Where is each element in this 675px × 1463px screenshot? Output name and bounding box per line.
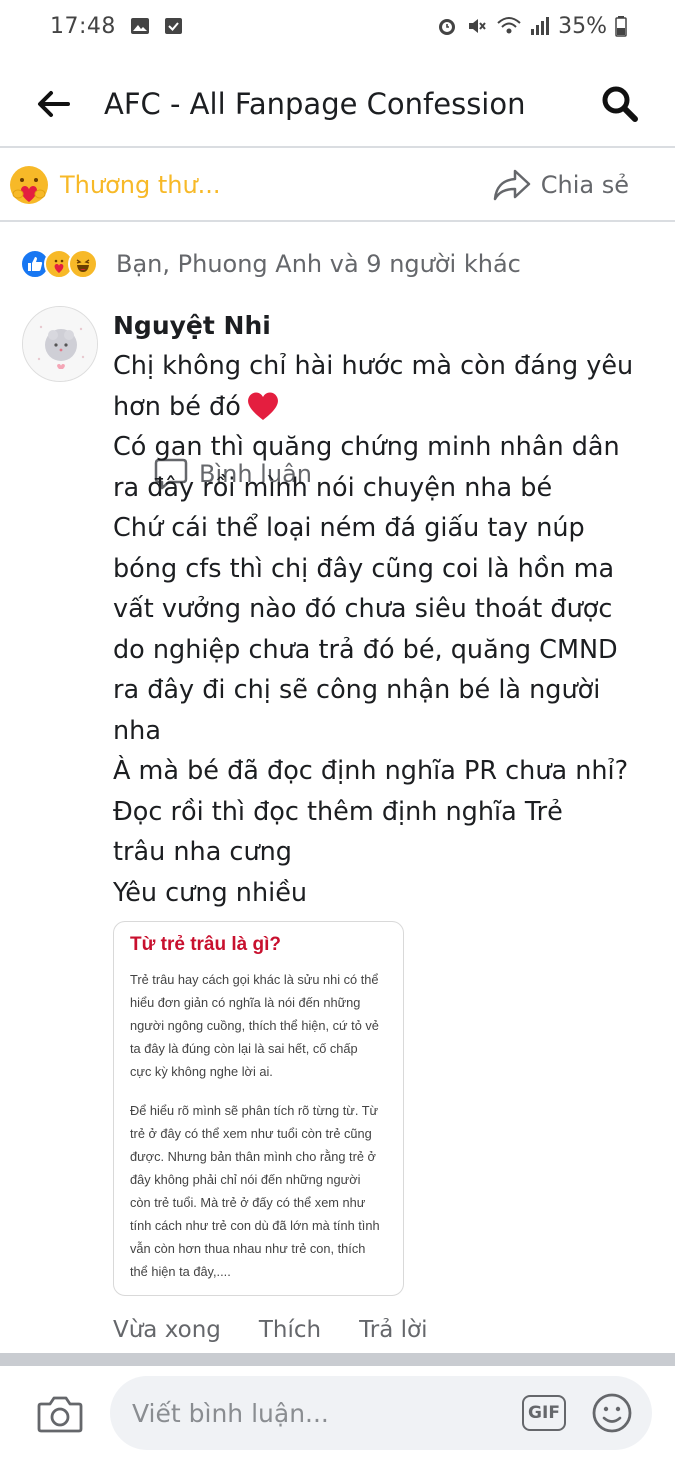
image-text-line: đây không phải chỉ nói đến những người — [130, 1172, 361, 1187]
heart-emoji-icon — [247, 392, 278, 420]
comment-text-line: À mà bé đã đọc định nghĩa PR chưa nhỉ? — [113, 756, 629, 786]
gif-button[interactable]: GIF — [522, 1395, 566, 1431]
image-title: Từ trẻ trâu là gì? — [130, 934, 281, 955]
avatar[interactable] — [22, 306, 98, 382]
comment-reply-button[interactable]: Trả lời — [359, 1317, 427, 1343]
status-bar: 17:48 35% — [0, 0, 675, 52]
battery-percent: 35% — [558, 13, 607, 39]
signal-icon — [531, 17, 550, 35]
comment-actions: Vừa xong Thích Trả lời — [113, 1310, 428, 1350]
care-label: Thương thư... — [60, 171, 221, 199]
section-divider — [0, 1353, 675, 1366]
mute-icon — [469, 19, 486, 33]
share-icon — [493, 169, 530, 201]
image-text-line: ta đây là đúng còn lại là sai hết, cố ch… — [130, 1041, 358, 1056]
status-time: 17:48 — [50, 13, 116, 39]
status-right: 35% — [436, 14, 627, 39]
emoji-icon — [592, 1393, 632, 1433]
comment-text-line: ra đây rồi mình nói chuyện nha bé — [113, 472, 553, 503]
comment-input-placeholder: Viết bình luận... — [132, 1398, 329, 1428]
image-text-line: được. Nhưng bản thân mình cho rằng trẻ ở — [130, 1149, 376, 1164]
comment-image[interactable]: Từ trẻ trâu là gì? Trẻ trâu hay cách gọi… — [113, 921, 404, 1296]
app-bar: AFC - All Fanpage Confession — [0, 62, 675, 148]
reaction-icons — [20, 249, 98, 279]
avatar-cat-image — [23, 307, 97, 381]
comment-input[interactable]: Viết bình luận... GIF — [110, 1376, 652, 1450]
camera-button[interactable] — [36, 1392, 84, 1436]
check-box-icon — [164, 18, 182, 34]
comment-text-line: bóng cfs thì chị đây cũng coi là hồn ma — [113, 553, 615, 584]
alarm-icon — [439, 19, 456, 35]
image-paragraph-2: Để hiểu rõ mình sẽ phân tích rõ từng từ.… — [130, 1099, 389, 1283]
image-text-line: Để hiểu rõ mình sẽ phân tích rõ từng từ.… — [130, 1103, 379, 1118]
image-paragraph-1: Trẻ trâu hay cách gọi khác là sửu nhi có… — [130, 968, 389, 1083]
comment-text-span: hơn bé đó — [113, 391, 241, 422]
image-text-line: còn trẻ tuổi. Mà trẻ ở đấy có thể xem nh… — [130, 1195, 366, 1210]
camera-icon — [37, 1396, 83, 1433]
emoji-button[interactable] — [590, 1391, 634, 1435]
image-text-line: Trẻ trâu hay cách gọi khác là sửu nhi có… — [130, 972, 379, 987]
image-text-line: thể hiện ta đây,.... — [130, 1264, 231, 1279]
comment-author[interactable]: Nguyệt Nhi — [113, 306, 658, 346]
comment-text-line: nha — [113, 715, 161, 746]
care-reaction-icon — [10, 166, 48, 204]
reactions-summary[interactable]: Bạn, Phuong Anh và 9 người khác — [20, 244, 521, 284]
comment-text-line: trâu nha cưng — [113, 837, 292, 867]
search-icon — [602, 86, 638, 122]
comment-text-line: do nghiệp chưa trả đó bé, quăng CMND — [113, 634, 618, 665]
back-arrow-icon — [38, 91, 70, 117]
comment-composer: Viết bình luận... GIF — [0, 1366, 675, 1463]
post-action-bar: Thương thư... Bình luận Chia sẻ — [0, 150, 675, 490]
comment-text-line: vất vưởng nào đó chưa siêu thoát được — [113, 594, 613, 624]
comment-text-line: hơn bé đó — [113, 387, 658, 428]
comment-text-line: Đọc rồi thì đọc thêm định nghĩa Trẻ — [113, 796, 563, 827]
comment: Nguyệt Nhi Chị không chỉ hài hước mà còn… — [113, 306, 658, 913]
comment-text-line: Yêu cưng nhiều — [113, 877, 308, 908]
battery-icon — [615, 16, 627, 37]
back-button[interactable] — [28, 79, 78, 129]
image-text-line: cực kỳ không nghe lời ai. — [130, 1064, 273, 1079]
comment-text-line: Có gan thì quăng chứng minh nhân dân — [113, 432, 620, 462]
image-text-line: tính cách như trẻ con dù đã lớn mà tính … — [130, 1218, 380, 1233]
reactions-text: Bạn, Phuong Anh và 9 người khác — [116, 250, 521, 278]
image-text-line: trẻ ở đây có thể xem như tuổi còn trẻ cũ… — [130, 1126, 372, 1141]
page-title: AFC - All Fanpage Confession — [104, 87, 526, 121]
comment-text-line: ra đây đi chị sẽ công nhận bé là người — [113, 675, 601, 705]
wifi-icon — [497, 17, 521, 34]
image-text-line: hiểu đơn giản có nghĩa là nói đến những — [130, 995, 361, 1010]
care-reaction-button[interactable]: Thương thư... — [8, 164, 221, 206]
comment-like-button[interactable]: Thích — [259, 1317, 321, 1343]
comment-text-line: Chị không chỉ hài hước mà còn đáng yêu — [113, 351, 634, 381]
comment-text-line: Chứ cái thể loại ném đá giấu tay núp — [113, 513, 585, 543]
haha-reaction-icon — [68, 249, 98, 279]
share-button[interactable]: Chia sẻ — [493, 168, 629, 202]
share-label: Chia sẻ — [540, 171, 629, 199]
image-text-line: vẫn còn hơn thua nhau như trẻ con, thích — [130, 1241, 366, 1256]
gallery-icon — [130, 18, 149, 34]
search-button[interactable] — [595, 79, 645, 129]
image-text-line: người ngông cuồng, thích thể hiện, cứ tỏ… — [130, 1018, 379, 1033]
comment-timestamp: Vừa xong — [113, 1317, 221, 1343]
